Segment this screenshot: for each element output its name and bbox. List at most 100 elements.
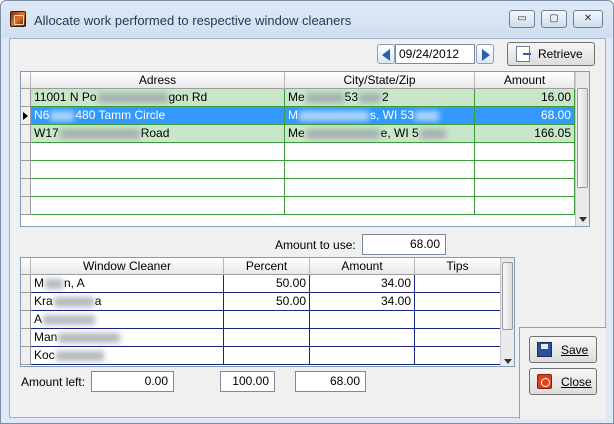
cleaners-grid-scrollbar[interactable] <box>500 258 514 366</box>
scroll-down-icon[interactable] <box>504 359 512 364</box>
table-row-selected[interactable]: N6 480 Tamm Circle Ms, WI 53 68.00 <box>31 107 587 125</box>
save-icon <box>537 342 552 357</box>
redacted-text <box>415 110 440 121</box>
city-text: M <box>288 108 298 122</box>
cleaner-name-text-end: a <box>94 294 102 308</box>
cleaner-name-text-end: n, A <box>64 276 85 290</box>
cleaner-name-cell: Mn, A <box>31 275 224 293</box>
amount-cell[interactable]: 34.00 <box>310 275 415 293</box>
close-button[interactable]: Close <box>529 368 597 395</box>
address-text-end: 480 Tamm Circle <box>75 108 166 122</box>
tips-cell[interactable] <box>415 347 501 365</box>
empty-cell <box>475 197 575 215</box>
address-cell: W17 Road <box>31 125 285 143</box>
column-header-amount[interactable]: Amount <box>310 258 415 275</box>
redacted-text <box>55 350 104 361</box>
retrieve-button[interactable]: Retrieve <box>507 42 595 66</box>
scrollbar-thumb[interactable] <box>577 88 588 188</box>
row-header[interactable] <box>21 347 31 365</box>
amount-cell[interactable] <box>310 311 415 329</box>
table-row[interactable]: Man <box>31 329 511 347</box>
row-header[interactable] <box>21 197 31 215</box>
percent-cell[interactable] <box>224 347 310 365</box>
empty-cell <box>475 179 575 197</box>
scrollbar-thumb[interactable] <box>502 262 513 330</box>
column-header-amount[interactable]: Amount <box>475 72 575 89</box>
cleaner-name-cell: Koc <box>31 347 224 365</box>
client-area: 09/24/2012 Retrieve Adress City/State/Zi… <box>9 38 606 419</box>
row-header[interactable] <box>21 161 31 179</box>
percent-cell[interactable]: 50.00 <box>224 275 310 293</box>
next-date-button[interactable] <box>476 44 494 64</box>
close-icon <box>537 374 552 389</box>
city-text: Me <box>288 90 305 104</box>
arrow-left-icon <box>382 49 390 61</box>
empty-row[interactable] <box>31 143 587 161</box>
redacted-text <box>299 110 369 121</box>
amount-cell[interactable] <box>310 329 415 347</box>
empty-cell <box>285 179 475 197</box>
table-row[interactable]: Mn, A 50.00 34.00 <box>31 275 511 293</box>
amount-cell[interactable] <box>310 347 415 365</box>
amount-left-label: Amount left: <box>21 375 86 389</box>
jobs-grid-scrollbar[interactable] <box>575 72 589 226</box>
empty-row[interactable] <box>31 161 587 179</box>
row-header[interactable] <box>21 179 31 197</box>
close-window-button[interactable]: ✕ <box>573 10 603 28</box>
empty-row[interactable] <box>31 179 587 197</box>
empty-cell <box>475 143 575 161</box>
row-header-current[interactable] <box>21 107 31 125</box>
row-header[interactable] <box>21 275 31 293</box>
table-row[interactable]: A <box>31 311 511 329</box>
tips-cell[interactable] <box>415 311 501 329</box>
cleaner-name-text: M <box>34 276 44 290</box>
state-zip-text: e, WI 5 <box>380 126 419 140</box>
address-text: 11001 N Po <box>34 90 97 104</box>
amount-cell[interactable]: 34.00 <box>310 293 415 311</box>
tips-cell[interactable] <box>415 293 501 311</box>
amount-left-field: 0.00 <box>91 371 174 392</box>
row-header[interactable] <box>21 293 31 311</box>
arrow-right-icon <box>482 49 490 61</box>
address-cell: 11001 N Po gon Rd <box>31 89 285 107</box>
row-header[interactable] <box>21 143 31 161</box>
row-header[interactable] <box>21 329 31 347</box>
redacted-text <box>59 128 140 139</box>
city-text: Me <box>288 126 305 140</box>
row-header[interactable] <box>21 125 31 143</box>
tips-cell[interactable] <box>415 329 501 347</box>
redacted-text <box>43 314 96 325</box>
empty-row[interactable] <box>31 197 587 215</box>
allocate-window: Allocate work performed to respective wi… <box>0 0 614 424</box>
previous-date-button[interactable] <box>377 44 395 64</box>
scroll-down-icon[interactable] <box>579 217 587 222</box>
row-header[interactable] <box>21 311 31 329</box>
column-header-address[interactable]: Adress <box>31 72 285 89</box>
redacted-text <box>419 128 446 139</box>
minimize-button[interactable]: ▭ <box>509 10 535 28</box>
column-header-window-cleaner[interactable]: Window Cleaner <box>31 258 224 275</box>
table-row[interactable]: W17 Road Me e, WI 5 166.05 <box>31 125 587 143</box>
table-row[interactable]: Koc <box>31 347 511 365</box>
title-bar: Allocate work performed to respective wi… <box>2 2 612 38</box>
redacted-text <box>58 332 121 343</box>
empty-cell <box>31 161 285 179</box>
percent-cell[interactable] <box>224 329 310 347</box>
column-header-city-state-zip[interactable]: City/State/Zip <box>285 72 475 89</box>
column-header-percent[interactable]: Percent <box>224 258 310 275</box>
date-field[interactable]: 09/24/2012 <box>395 44 475 64</box>
cleaner-name-cell: A <box>31 311 224 329</box>
maximize-button[interactable]: ▢ <box>541 10 567 28</box>
column-header-tips[interactable]: Tips <box>415 258 501 275</box>
amount-to-use-field[interactable]: 68.00 <box>362 234 446 255</box>
empty-cell <box>285 197 475 215</box>
row-header[interactable] <box>21 89 31 107</box>
percent-cell[interactable]: 50.00 <box>224 293 310 311</box>
table-row[interactable]: Kra a 50.00 34.00 <box>31 293 511 311</box>
percent-cell[interactable] <box>224 311 310 329</box>
save-button[interactable]: Save <box>529 336 597 363</box>
retrieve-icon <box>516 46 531 62</box>
amount-cell: 16.00 <box>475 89 575 107</box>
table-row[interactable]: 11001 N Po gon Rd Me 53 2 16.00 <box>31 89 587 107</box>
tips-cell[interactable] <box>415 275 501 293</box>
